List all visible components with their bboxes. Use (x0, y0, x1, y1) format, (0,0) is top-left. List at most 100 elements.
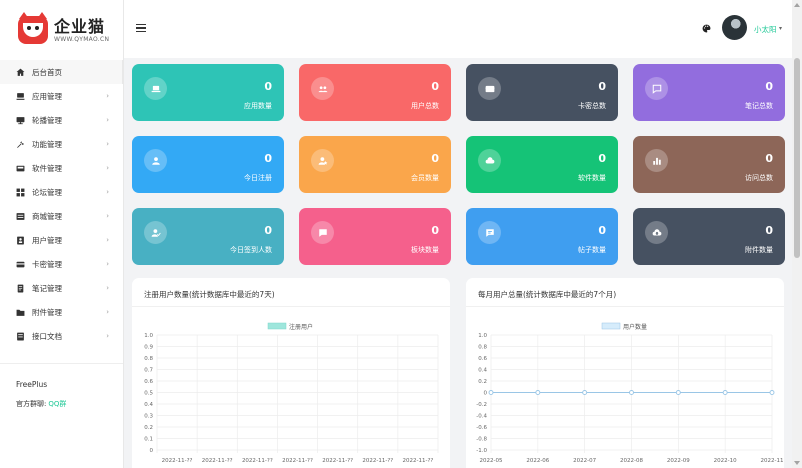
chat-icon (645, 77, 668, 100)
sidebar-item-label: 应用管理 (32, 91, 62, 101)
upload-icon (645, 221, 668, 244)
legend-swatch (601, 322, 621, 330)
sidebar-item-11[interactable]: 接口文档 › (0, 324, 123, 348)
stat-value: 0 (765, 152, 773, 165)
x-tick-label: 2022-07 (573, 458, 596, 464)
monitor-icon (16, 92, 25, 101)
stat-label: 笔记总数 (745, 102, 773, 110)
menu-toggle-icon[interactable] (136, 24, 146, 32)
stat-card[interactable]: 0 笔记总数 (633, 64, 785, 121)
stat-card[interactable]: 0 用户总数 (299, 64, 451, 121)
post-icon (485, 228, 494, 237)
sidebar-item-8[interactable]: 卡密管理 › (0, 252, 123, 276)
sidebar-item-0[interactable]: 后台首页 (0, 60, 124, 84)
checkin-icon (151, 228, 161, 237)
software-icon (16, 164, 25, 173)
chevron-right-icon: › (106, 92, 109, 100)
cloud-icon (478, 149, 501, 172)
stat-label: 应用数量 (244, 102, 272, 110)
chart-icon (652, 157, 661, 165)
y-tick-label: 0.2 (478, 379, 487, 385)
stat-card[interactable]: 0 附件数量 (633, 208, 785, 265)
monitor-icon (16, 92, 25, 100)
stat-card[interactable]: 0 板块数量 (299, 208, 451, 265)
footer-app-name: FreePlus (16, 380, 48, 389)
laptop-icon (151, 85, 160, 92)
data-point (675, 390, 681, 395)
chevron-right-icon: › (106, 140, 109, 148)
stat-card[interactable]: 0 今日签到人数 (132, 208, 284, 265)
chat-icon (652, 84, 661, 94)
stat-label: 会员数量 (411, 174, 439, 182)
brand-name: 企业猫 (54, 16, 106, 36)
panel-monthly-users: 每月用户总量(统计数据库中最近的7个月) 用户数量 1.0 0.8 0.6 0.4 0.2… (466, 278, 784, 468)
chevron-right-icon: › (106, 236, 109, 244)
y-tick-label: 0.1 (144, 437, 153, 443)
registrations-chart: 注册用户 1.0 0.9 0.8 0.7 0.6 0.5 0.4 0.3 0.2 0.1 0 2022-… (144, 322, 439, 464)
footer-group-link[interactable]: QQ群 (48, 400, 66, 408)
data-point (535, 390, 541, 395)
y-tick-label: 0.6 (478, 356, 487, 362)
chevron-right-icon: › (106, 212, 109, 220)
brand[interactable]: 企业猫 WWW.QYMAO.CN (0, 0, 123, 60)
member-icon (318, 156, 327, 165)
scroll-thumb[interactable] (794, 58, 800, 258)
user-name[interactable]: 小太阳 (754, 24, 777, 35)
stat-card[interactable]: 0 帖子数量 (466, 208, 618, 265)
palette-icon[interactable] (702, 24, 711, 33)
stat-card[interactable]: 0 访问总数 (633, 136, 785, 193)
sidebar-item-5[interactable]: 论坛管理 › (0, 180, 123, 204)
sidebar-item-9[interactable]: 笔记管理 › (0, 276, 123, 300)
avatar[interactable] (722, 15, 747, 40)
stat-label: 板块数量 (411, 246, 439, 254)
checkin-icon (144, 221, 167, 244)
page-scrollbar[interactable] (792, 0, 802, 468)
message-icon (318, 228, 327, 237)
sidebar-item-1[interactable]: 应用管理 › (0, 84, 123, 108)
member-icon (311, 149, 334, 172)
x-tick-label: 2022-11-?? (162, 458, 193, 464)
data-point (769, 390, 775, 395)
y-tick-label: -0.6 (476, 425, 487, 431)
stat-label: 访问总数 (745, 174, 773, 182)
chevron-down-icon[interactable]: ▾ (779, 25, 782, 32)
data-point (722, 390, 728, 395)
cat-logo-icon (18, 12, 48, 44)
sidebar-item-3[interactable]: 功能管理 › (0, 132, 123, 156)
y-tick-label: -0.4 (476, 414, 487, 420)
laptop-icon (144, 77, 167, 100)
sidebar-item-4[interactable]: 软件管理 › (0, 156, 123, 180)
data-point (488, 390, 494, 395)
sidebar-item-7[interactable]: 用户管理 › (0, 228, 123, 252)
y-tick-label: -0.8 (476, 437, 487, 443)
card-icon (478, 77, 501, 100)
stat-card[interactable]: 0 会员数量 (299, 136, 451, 193)
sidebar-item-10[interactable]: 附件管理 › (0, 300, 123, 324)
stat-card[interactable]: 0 应用数量 (132, 64, 284, 121)
tools-icon (17, 140, 24, 148)
stat-card[interactable]: 0 软件数量 (466, 136, 618, 193)
x-tick-label: 2022-11-?? (282, 458, 313, 464)
footer-group: 官方群聊: QQ群 (16, 399, 123, 409)
doc-icon (17, 332, 24, 340)
y-tick-label: 0.4 (144, 402, 153, 408)
stat-label: 用户总数 (411, 102, 439, 110)
stat-card[interactable]: 0 卡密总数 (466, 64, 618, 121)
store-icon (16, 212, 25, 220)
sidebar-item-6[interactable]: 商城管理 › (0, 204, 123, 228)
home-icon (16, 68, 25, 76)
scroll-up-icon[interactable] (794, 3, 800, 7)
chevron-right-icon: › (106, 116, 109, 124)
y-tick-label: 0.3 (144, 414, 153, 420)
data-point (582, 390, 588, 395)
y-tick-label: 0.4 (478, 368, 487, 374)
scroll-down-icon[interactable] (794, 461, 800, 465)
chevron-right-icon: › (106, 332, 109, 340)
stat-card[interactable]: 0 今日注册 (132, 136, 284, 193)
post-icon (478, 221, 501, 244)
sidebar-item-2[interactable]: 轮播管理 › (0, 108, 123, 132)
y-tick-label: 0.2 (144, 425, 153, 431)
y-tick-label: 1.0 (144, 333, 153, 339)
sidebar-item-label: 附件管理 (32, 307, 62, 317)
y-tick-label: 0.8 (144, 356, 153, 362)
